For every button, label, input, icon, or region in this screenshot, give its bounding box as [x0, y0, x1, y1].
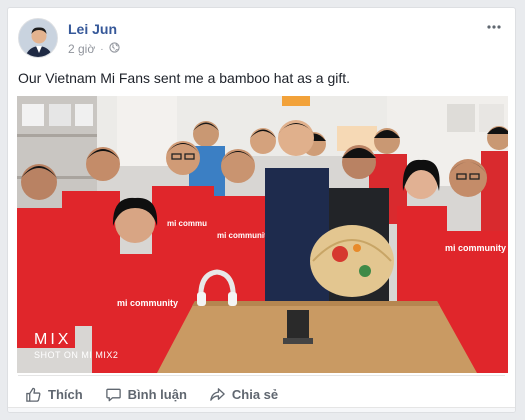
author-name[interactable]: Lei Jun	[68, 21, 117, 37]
post-timestamp[interactable]: 2 giờ	[68, 42, 95, 56]
svg-text:mi community: mi community	[117, 298, 178, 308]
post-card: Lei Jun 2 giờ · Our Vietnam Mi Fans sent…	[7, 7, 516, 413]
comment-button[interactable]: Bình luận	[96, 379, 196, 409]
watermark-caption: SHOT ON MI MIX2	[34, 350, 119, 360]
like-button[interactable]: Thích	[16, 379, 92, 409]
author-avatar[interactable]	[18, 18, 58, 58]
watermark-brand: MIX	[34, 331, 72, 348]
svg-text:mi community: mi community	[217, 231, 272, 240]
post-header: Lei Jun 2 giờ ·	[18, 18, 505, 62]
svg-text:mi community: mi community	[445, 243, 506, 253]
post-meta: 2 giờ ·	[68, 42, 120, 56]
post-actions: Thích Bình luận Chia sẻ	[16, 379, 507, 409]
comment-icon	[105, 388, 121, 401]
post-photo[interactable]: mi community mi community mi community m…	[17, 96, 508, 373]
meta-separator: ·	[100, 43, 104, 55]
more-options-button[interactable]	[483, 20, 505, 34]
ellipsis-icon	[487, 25, 501, 29]
comment-area-strip	[8, 407, 515, 412]
actions-divider	[18, 375, 505, 376]
thumbs-up-icon	[26, 387, 41, 402]
share-button[interactable]: Chia sẻ	[200, 379, 287, 409]
globe-icon	[108, 42, 120, 56]
share-label: Chia sẻ	[231, 386, 279, 402]
post-text: Our Vietnam Mi Fans sent me a bamboo hat…	[18, 70, 351, 86]
like-label: Thích	[48, 386, 83, 402]
comment-label: Bình luận	[127, 386, 187, 402]
share-icon	[210, 387, 225, 401]
